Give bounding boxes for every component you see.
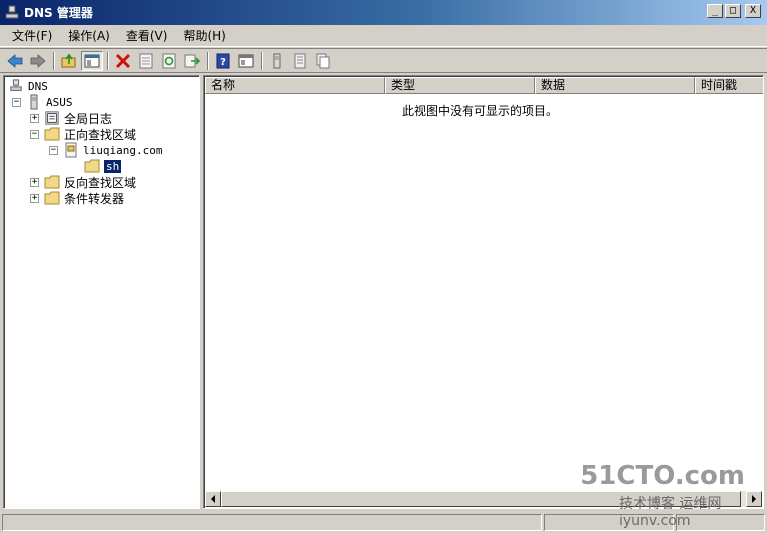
tree-label-forward-zones: 正向查找区域: [64, 127, 137, 142]
tree-item-dns[interactable]: DNS: [8, 78, 48, 94]
menu-view[interactable]: 查看(V): [118, 25, 176, 46]
folder-icon: [44, 190, 60, 206]
tree-label-reverse-zones: 反向查找区域: [64, 175, 137, 190]
up-folder-icon[interactable]: [58, 51, 80, 71]
column-header-name[interactable]: 名称: [205, 77, 385, 94]
toolbar-separator: [53, 51, 55, 70]
folder-icon: [44, 126, 60, 142]
column-header-data[interactable]: 数据: [535, 77, 695, 94]
tree-item-forward-zones[interactable]: − 正向查找区域: [30, 126, 136, 142]
event-log-icon: [44, 110, 60, 126]
tree-item-zone[interactable]: − liuqiang.com: [49, 142, 162, 158]
toolbar-separator: [207, 51, 209, 70]
tree-item-subdomain[interactable]: sh: [84, 158, 122, 174]
collapse-toggle[interactable]: −: [30, 129, 39, 139]
close-button[interactable]: X: [745, 4, 761, 18]
tree-item-global-logs[interactable]: + 全局日志: [30, 110, 112, 126]
watermark-subtitle: 技术博客 运维网 iyunv.com: [619, 496, 722, 529]
collapse-toggle[interactable]: −: [12, 97, 21, 107]
toolbar: ?: [0, 48, 767, 73]
show-hide-tree-icon[interactable]: [81, 50, 103, 71]
help-icon[interactable]: ?: [212, 51, 234, 71]
list-pane[interactable]: 名称 类型 数据 时间戳 此视图中没有可显示的项目。: [203, 75, 764, 509]
properties-icon[interactable]: [135, 51, 157, 71]
copy-icon[interactable]: [312, 51, 334, 71]
refresh-icon[interactable]: [158, 51, 180, 71]
view-icon[interactable]: [235, 51, 257, 71]
menu-help[interactable]: 帮助(H): [175, 25, 233, 46]
delete-icon[interactable]: [112, 51, 134, 71]
list-icon[interactable]: [289, 51, 311, 71]
scroll-left-button[interactable]: [205, 491, 221, 507]
minimize-button[interactable]: _: [707, 4, 723, 18]
column-header-timestamp[interactable]: 时间戳: [695, 77, 763, 94]
list-header: 名称 类型 数据 时间戳: [205, 77, 763, 94]
server-icon[interactable]: [266, 51, 288, 71]
status-panel-main: [2, 514, 542, 531]
server-icon: [26, 94, 42, 110]
title-bar: DNS 管理器 _ □ X: [0, 0, 767, 25]
dns-app-icon: [4, 5, 20, 21]
watermark-site: 51CTO.com: [580, 461, 745, 491]
menu-bar: 文件(F) 操作(A) 查看(V) 帮助(H): [0, 25, 767, 47]
tree-item-server[interactable]: − ASUS: [12, 94, 73, 110]
tree-pane[interactable]: DNS − ASUS + 全局日志 − 正向查找区域 − liuqiang.co…: [3, 75, 200, 509]
menu-action[interactable]: 操作(A): [60, 25, 118, 46]
tree-label-server: ASUS: [46, 95, 73, 109]
expand-toggle[interactable]: +: [30, 193, 39, 203]
empty-list-message: 此视图中没有可显示的项目。: [401, 104, 558, 118]
expand-toggle[interactable]: +: [30, 113, 39, 123]
tree-label-dns: DNS: [28, 79, 48, 93]
dns-icon: [8, 78, 24, 94]
tree-label-global-logs: 全局日志: [64, 111, 113, 126]
forward-icon[interactable]: [27, 51, 49, 71]
window-title: DNS 管理器: [24, 6, 93, 20]
column-header-type[interactable]: 类型: [385, 77, 535, 94]
expand-toggle[interactable]: +: [30, 177, 39, 187]
toolbar-separator: [261, 51, 263, 70]
toolbar-separator: [107, 51, 109, 70]
tree-label-zone: liuqiang.com: [83, 143, 163, 157]
menu-file[interactable]: 文件(F): [4, 25, 60, 46]
back-icon[interactable]: [4, 51, 26, 71]
watermark: 51CTO.com 技术博客 运维网 iyunv.com: [580, 461, 759, 529]
collapse-toggle[interactable]: −: [49, 145, 58, 155]
maximize-button[interactable]: □: [725, 4, 741, 18]
tree-item-conditional-forwarders[interactable]: + 条件转发器: [30, 190, 124, 206]
zone-icon: [63, 142, 79, 158]
tree-label-conditional-forwarders: 条件转发器: [64, 191, 125, 206]
tree-label-subdomain: sh: [104, 159, 122, 173]
folder-icon: [44, 174, 60, 190]
svg-text:?: ?: [220, 57, 226, 68]
tree-item-reverse-zones[interactable]: + 反向查找区域: [30, 174, 136, 190]
folder-icon: [84, 158, 100, 174]
export-icon[interactable]: [181, 51, 203, 71]
